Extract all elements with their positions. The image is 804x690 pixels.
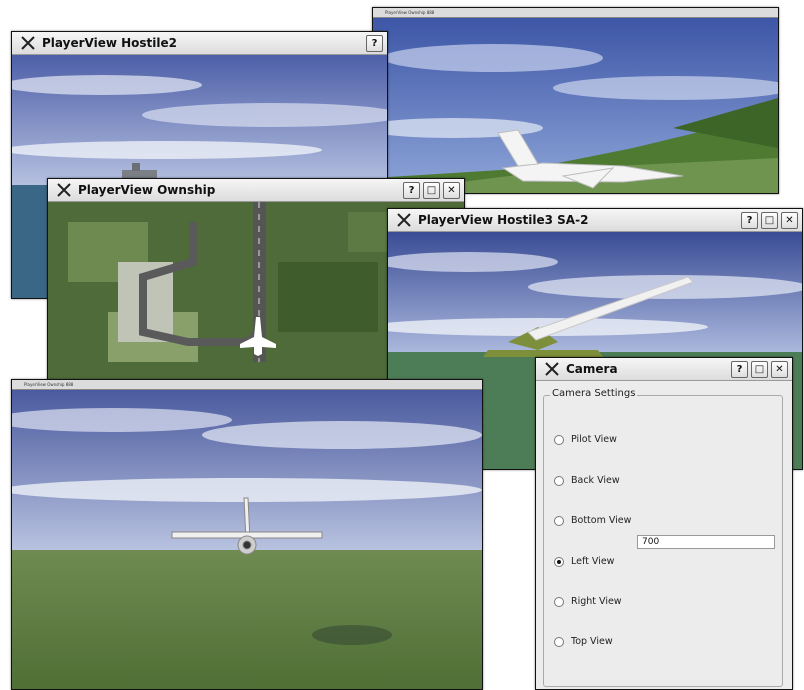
close-button[interactable]: ✕ <box>781 212 798 229</box>
player-view-ownship-chase[interactable] <box>373 18 778 193</box>
x-logo-icon <box>545 362 559 376</box>
player-view-ownship-back[interactable] <box>12 390 482 689</box>
radio-label: Left View <box>571 556 615 567</box>
window-title: PlayerView Ownship <box>78 183 216 197</box>
radio-label: Right View <box>571 596 622 607</box>
radio-top-view[interactable]: Top View <box>554 636 613 647</box>
camera-panel: Camera Settings Pilot View Back View Bot… <box>536 381 792 689</box>
help-button[interactable]: ? <box>403 182 420 199</box>
radio-pilot-view[interactable]: Pilot View <box>554 434 617 445</box>
radio-icon[interactable] <box>554 596 564 607</box>
x-logo-icon <box>397 213 411 227</box>
radio-icon[interactable] <box>554 475 564 486</box>
window-ownship-bottom[interactable]: PlayerView Ownship 888 <box>11 379 483 690</box>
window-titlebar[interactable]: PlayerView Hostile3 SA-2 ? □ ✕ <box>388 209 802 232</box>
window-ownship-top[interactable]: PlayerView Ownship 888 <box>372 7 779 194</box>
help-button[interactable]: ? <box>731 361 748 378</box>
radio-icon[interactable] <box>554 515 564 526</box>
radio-icon[interactable] <box>554 434 564 445</box>
radio-back-view[interactable]: Back View <box>554 475 620 486</box>
close-button[interactable]: ✕ <box>443 182 460 199</box>
x-logo-icon <box>21 36 35 50</box>
radio-label: Top View <box>571 636 613 647</box>
radio-bottom-view[interactable]: Bottom View <box>554 515 631 526</box>
window-title: PlayerView Hostile3 SA-2 <box>418 213 589 227</box>
maximize-button[interactable]: □ <box>423 182 440 199</box>
camera-settings-label: Camera Settings <box>550 388 638 399</box>
window-titlebar[interactable]: PlayerView Ownship ? □ ✕ <box>48 179 464 202</box>
radio-icon[interactable] <box>554 636 564 647</box>
radio-icon-selected[interactable] <box>554 556 564 567</box>
x-logo-icon <box>57 183 71 197</box>
maximize-button[interactable]: □ <box>761 212 778 229</box>
view-distance-input[interactable]: 700 <box>637 535 775 549</box>
window-title: PlayerView Ownship 888 <box>373 8 778 18</box>
window-title: PlayerView Hostile2 <box>42 36 177 50</box>
camera-settings-group: Camera Settings Pilot View Back View Bot… <box>543 388 783 687</box>
close-button[interactable]: ✕ <box>771 361 788 378</box>
window-title: Camera <box>566 362 618 376</box>
window-camera[interactable]: Camera ? □ ✕ Camera Settings Pilot View … <box>535 357 793 690</box>
maximize-button[interactable]: □ <box>751 361 768 378</box>
window-titlebar[interactable]: PlayerView Hostile2 ? <box>12 32 387 55</box>
radio-left-view[interactable]: Left View <box>554 556 614 567</box>
radio-label: Pilot View <box>571 434 617 445</box>
radio-right-view[interactable]: Right View <box>554 596 622 607</box>
radio-label: Back View <box>571 475 620 486</box>
help-button[interactable]: ? <box>366 35 383 52</box>
radio-label: Bottom View <box>571 515 632 526</box>
window-titlebar[interactable]: Camera ? □ ✕ <box>536 358 792 381</box>
help-button[interactable]: ? <box>741 212 758 229</box>
window-title: PlayerView Ownship 888 <box>12 380 482 390</box>
